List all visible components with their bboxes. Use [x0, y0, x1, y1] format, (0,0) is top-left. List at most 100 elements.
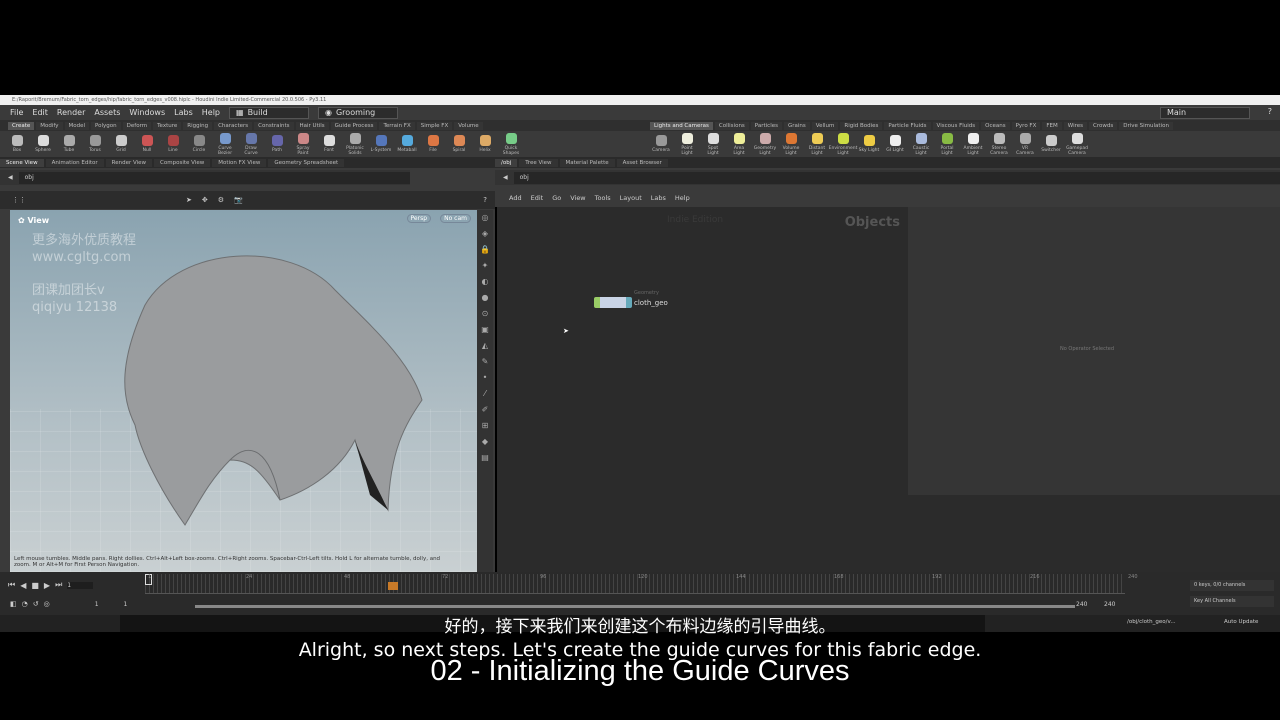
- shelf-tool-caustic-light[interactable]: Caustic Light: [910, 132, 932, 156]
- network-menu-help[interactable]: Help: [675, 194, 690, 202]
- key-all-channels-menu[interactable]: Key All Channels: [1190, 596, 1274, 607]
- network-path-field[interactable]: obj: [513, 171, 1280, 184]
- shelf-tool-metaball[interactable]: Metaball: [396, 135, 418, 153]
- shelf-tool-grid[interactable]: Grid: [110, 135, 132, 153]
- range-end[interactable]: 240: [1076, 601, 1087, 608]
- shelf-tool-stereo-camera[interactable]: Stereo Camera: [988, 132, 1010, 156]
- shelf-tool-torus[interactable]: Torus: [84, 135, 106, 153]
- settings-icon[interactable]: ◎: [44, 600, 50, 608]
- shelf-tab[interactable]: Guide Process: [330, 121, 378, 130]
- viewport-side-toolbar[interactable]: ◎ ◈ 🔒 ✦ ◐ ● ⊙ ▣ ◭ ✎ • ⁄ ✐ ⊞ ◆ ▤: [477, 210, 493, 572]
- menu-assets[interactable]: Assets: [94, 108, 120, 117]
- desktop-selector[interactable]: ▦ Build: [229, 106, 309, 119]
- shelf-tool-line[interactable]: Line: [162, 135, 184, 153]
- shelf-tool-sky-light[interactable]: Sky Light: [858, 135, 880, 153]
- menu-windows[interactable]: Windows: [129, 108, 165, 117]
- shelf-tool-volume-light[interactable]: Volume Light: [780, 132, 802, 156]
- audio-icon[interactable]: ◧: [10, 600, 17, 608]
- shelf-tool-geometry-light[interactable]: Geometry Light: [754, 132, 776, 156]
- shelf-tab[interactable]: Constraints: [254, 121, 294, 130]
- shelf-tool-gi-light[interactable]: GI Light: [884, 135, 906, 153]
- shelf-tab[interactable]: Wires: [1063, 121, 1088, 130]
- shelf-tab[interactable]: Oceans: [981, 121, 1010, 130]
- realtime-icon[interactable]: ◔: [22, 600, 28, 608]
- context-selector[interactable]: ◉ Grooming: [318, 106, 398, 119]
- shelf-tool-l-system[interactable]: L-System: [370, 135, 392, 153]
- range-slider[interactable]: [195, 605, 1075, 608]
- shelf-tool-font[interactable]: Font: [318, 135, 340, 153]
- pane-tab[interactable]: Render View: [105, 158, 153, 167]
- menu-help[interactable]: Help: [202, 108, 220, 117]
- shelf-tab[interactable]: Rigging: [183, 121, 213, 130]
- play-icon[interactable]: ▶: [44, 581, 50, 590]
- network-menu-go[interactable]: Go: [552, 194, 561, 202]
- shelf-tool-draw-curve[interactable]: Draw Curve: [240, 132, 262, 156]
- step-back-icon[interactable]: ◀: [20, 581, 26, 590]
- shelf-tab[interactable]: Create: [8, 121, 35, 130]
- network-menu-edit[interactable]: Edit: [531, 194, 544, 202]
- shelf-tool-helix[interactable]: Helix: [474, 135, 496, 153]
- menu-file[interactable]: File: [10, 108, 23, 117]
- grid-menu-icon[interactable]: ⋮⋮: [12, 196, 26, 204]
- pane-tab[interactable]: Motion FX View: [212, 158, 267, 167]
- shelf-tab[interactable]: Deform: [122, 121, 152, 130]
- shelf-tool-spot-light[interactable]: Spot Light: [702, 132, 724, 156]
- shelf-tool-gamepad-camera[interactable]: Gamepad Camera: [1066, 132, 1088, 156]
- keys-channels-field[interactable]: 0 keys, 0/0 channels: [1190, 580, 1274, 591]
- help-icon[interactable]: ?: [483, 196, 487, 204]
- pane-tab[interactable]: Composite View: [154, 158, 211, 167]
- shelf-tool-distant-light[interactable]: Distant Light: [806, 132, 828, 156]
- shelf-tab[interactable]: FEM: [1042, 121, 1062, 130]
- select-tool-icon[interactable]: ➤: [186, 196, 192, 204]
- network-menu-tools[interactable]: Tools: [595, 194, 611, 202]
- camera-icon[interactable]: 📷: [234, 196, 243, 204]
- shelf-tool-quick-shapes[interactable]: Quick Shapes: [500, 132, 522, 156]
- node-cloth-geo[interactable]: Geometry cloth_geo: [594, 290, 668, 308]
- shelf-tab[interactable]: Simple FX: [416, 121, 453, 130]
- shelf-tool-circle[interactable]: Circle: [188, 135, 210, 153]
- start-frame[interactable]: 1: [95, 601, 99, 608]
- shelf-tab[interactable]: Drive Simulation: [1119, 121, 1173, 130]
- menu-edit[interactable]: Edit: [32, 108, 48, 117]
- transform-tool-icon[interactable]: ✥: [202, 196, 208, 204]
- shelf-tool-sphere[interactable]: Sphere: [32, 135, 54, 153]
- back-arrow-icon[interactable]: ◀: [8, 174, 13, 181]
- shelf-tab[interactable]: Modify: [36, 121, 63, 130]
- pane-tab[interactable]: Tree View: [519, 158, 558, 167]
- shelf-tab[interactable]: Hair Utils: [295, 121, 329, 130]
- menu-render[interactable]: Render: [57, 108, 85, 117]
- last-frame-icon[interactable]: ⏭: [55, 580, 62, 590]
- network-menu-layout[interactable]: Layout: [620, 194, 642, 202]
- pane-tab[interactable]: Asset Browser: [616, 158, 668, 167]
- shelf-tab[interactable]: Viscous Fluids: [932, 121, 980, 130]
- shelf-tool-switcher[interactable]: Switcher: [1040, 135, 1062, 153]
- shelf-tool-spiral[interactable]: Spiral: [448, 135, 470, 153]
- handle-tool-icon[interactable]: ⚙: [218, 196, 224, 204]
- pane-tab[interactable]: Geometry Spreadsheet: [268, 158, 345, 167]
- shelf-tab[interactable]: Crowds: [1089, 121, 1118, 130]
- node-body[interactable]: [594, 297, 632, 308]
- shelf-tab[interactable]: Collisions: [714, 121, 749, 130]
- help-icon[interactable]: ?: [1268, 107, 1272, 116]
- pane-tab[interactable]: Scene View: [0, 158, 44, 167]
- shelf-tab[interactable]: Characters: [214, 121, 253, 130]
- first-frame-icon[interactable]: ⏮: [8, 580, 15, 590]
- shelf-tab[interactable]: Volume: [454, 121, 483, 130]
- network-editor[interactable]: Indie Edition Objects Geometry cloth_geo…: [497, 207, 908, 572]
- shelf-tab[interactable]: Particles: [750, 121, 782, 130]
- pane-tab[interactable]: /obj: [495, 158, 518, 167]
- shelf-tool-platonic-solids[interactable]: Platonic Solids: [344, 132, 366, 156]
- shelf-tab[interactable]: Pyro FX: [1011, 121, 1041, 130]
- shelf-tool-box[interactable]: Box: [6, 135, 28, 153]
- 3d-viewport[interactable]: ✿ View Persp No cam 更多海外优质教程 www.cgltg.co…: [10, 210, 477, 572]
- loop-icon[interactable]: ↺: [33, 600, 39, 608]
- end-frame[interactable]: 240: [1104, 601, 1115, 608]
- shelf-tab[interactable]: Lights and Cameras: [650, 121, 713, 130]
- timeline-ruler[interactable]: 1 24 48 72 96 120 144 168 192 216 240: [145, 574, 1138, 594]
- shelf-tool-file[interactable]: File: [422, 135, 444, 153]
- shelf-tab[interactable]: Grains: [783, 121, 810, 130]
- shelf-tab[interactable]: Polygon: [91, 121, 121, 130]
- network-menu-labs[interactable]: Labs: [651, 194, 666, 202]
- shelf-tool-area-light[interactable]: Area Light: [728, 132, 750, 156]
- shelf-tool-camera[interactable]: Camera: [650, 135, 672, 153]
